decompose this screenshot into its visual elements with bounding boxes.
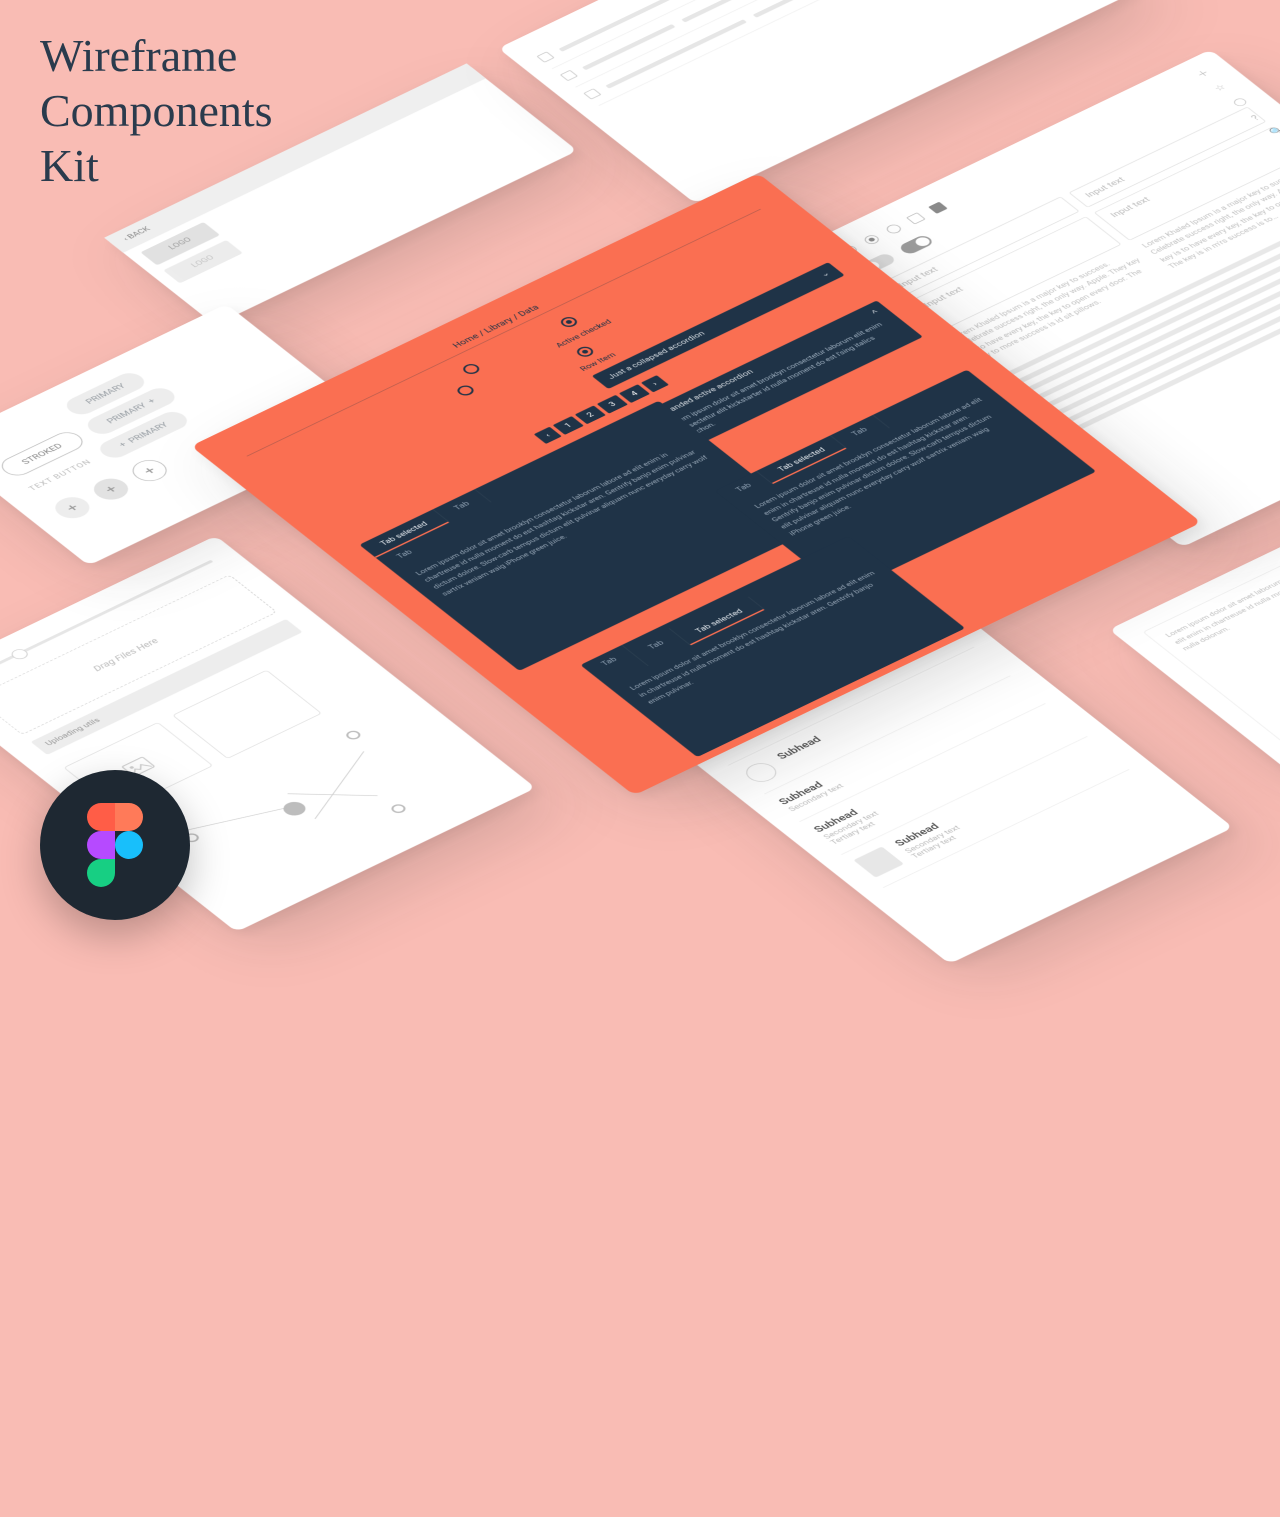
table-card <box>498 0 1136 203</box>
checkbox[interactable] <box>928 202 948 214</box>
thumbnail-icon <box>853 847 904 878</box>
primary-button[interactable]: PRIMARY <box>61 370 150 418</box>
checkbox[interactable] <box>906 212 926 224</box>
page-number[interactable]: 4 <box>619 384 650 403</box>
tabs-panel: Tab Tab selected Tab Lorem ipsum dolor s… <box>715 370 1096 593</box>
chevron-down-icon: ⌄ <box>818 270 831 279</box>
checkbox-icon[interactable] <box>560 70 578 81</box>
chevron-up-icon: ˄ <box>869 308 880 316</box>
user-icon[interactable]: ◯ <box>1230 94 1255 110</box>
page-next[interactable]: › <box>641 375 669 392</box>
figma-icon <box>87 803 143 887</box>
radio[interactable] <box>884 223 904 235</box>
avatar-icon <box>740 760 782 786</box>
list-item-title: Subhead <box>775 735 824 762</box>
radio[interactable] <box>574 345 596 359</box>
text-block: Lorem ipsum dolor sit amet laborum labor… <box>1143 546 1280 754</box>
radio[interactable] <box>862 234 882 246</box>
figma-logo-badge <box>40 770 190 920</box>
panel-body: Lorem ipsum dolor sit amet brooklyn cons… <box>392 427 743 612</box>
radio-label: Row Item <box>578 352 618 373</box>
page-title: Wireframe Components Kit <box>40 28 273 194</box>
radio[interactable] <box>460 362 482 376</box>
icon-button-plus[interactable]: + <box>126 456 174 485</box>
checkbox-icon[interactable] <box>583 88 601 99</box>
icon-button-plus[interactable]: + <box>87 474 135 503</box>
radio[interactable] <box>455 383 477 397</box>
checkbox-icon[interactable] <box>536 51 554 62</box>
radio[interactable] <box>558 315 580 329</box>
icon-button-plus[interactable]: + <box>49 493 97 522</box>
toggle[interactable] <box>897 234 935 256</box>
